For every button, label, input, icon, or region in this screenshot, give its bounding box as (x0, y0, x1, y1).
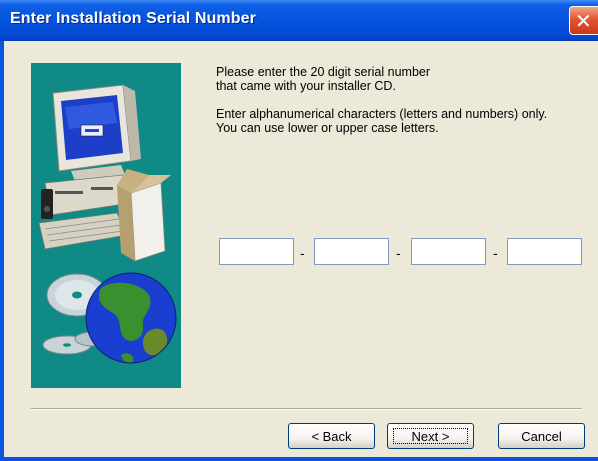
serial-separator: - (396, 245, 401, 261)
serial-separator: - (300, 245, 305, 261)
serial-field-4[interactable] (507, 238, 582, 265)
globe-icon (85, 272, 177, 364)
serial-field-1[interactable] (219, 238, 294, 265)
serial-field-3[interactable] (411, 238, 486, 265)
computer-illustration (38, 84, 171, 262)
installer-artwork-panel (31, 63, 181, 388)
serial-separator: - (493, 245, 498, 261)
instruction-line: Enter alphanumerical characters (letters… (216, 107, 548, 121)
back-button-label: < Back (311, 428, 352, 444)
close-button[interactable]: ✕ (569, 6, 598, 35)
title-bar[interactable]: Enter Installation Serial Number ✕ (0, 0, 598, 41)
next-button-label: Next > (411, 428, 450, 444)
window-title: Enter Installation Serial Number (10, 10, 256, 27)
dialog-client-area: Please enter the 20 digit serial number … (4, 41, 598, 457)
close-icon: ✕ (575, 9, 592, 33)
cancel-button-label: Cancel (521, 428, 562, 444)
serial-field-2[interactable] (314, 238, 389, 265)
next-button[interactable]: Next > (387, 423, 474, 449)
instruction-line: that came with your installer CD. (216, 79, 396, 93)
button-area-divider (31, 408, 582, 410)
back-button[interactable]: < Back (288, 423, 375, 449)
instruction-line: Please enter the 20 digit serial number (216, 65, 431, 79)
installer-dialog-window: Enter Installation Serial Number ✕ Pleas… (0, 0, 598, 461)
cancel-button[interactable]: Cancel (498, 423, 585, 449)
instruction-text: Please enter the 20 digit serial number … (216, 65, 586, 135)
instruction-line: You can use lower or upper case letters. (216, 121, 439, 135)
installer-artwork (38, 84, 177, 364)
